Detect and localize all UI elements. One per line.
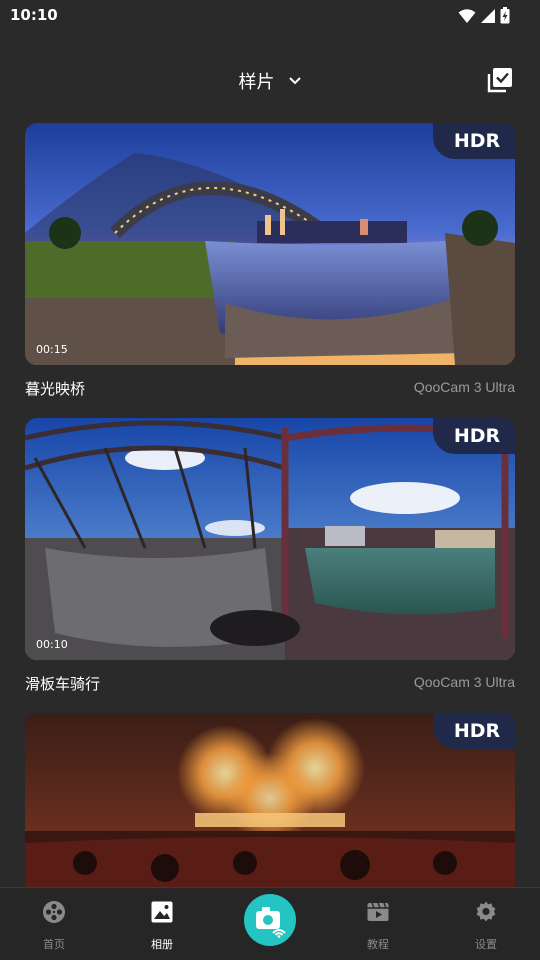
bridge-ride-image bbox=[25, 418, 515, 660]
card-info: 暮光映桥 QooCam 3 Ultra bbox=[25, 365, 515, 411]
chevron-down-icon bbox=[288, 77, 301, 85]
top-bar: 样片 bbox=[0, 56, 540, 104]
card-info: 滑板车骑行 QooCam 3 Ultra bbox=[25, 660, 515, 706]
status-bar: 10:10 bbox=[0, 0, 540, 32]
hdr-badge: HDR bbox=[433, 418, 515, 454]
video-duration: 00:10 bbox=[36, 638, 68, 651]
page-title: 样片 bbox=[238, 72, 275, 93]
sample-device: QooCam 3 Ultra bbox=[413, 379, 515, 395]
nav-tutorial-label: 教程 bbox=[367, 938, 389, 951]
battery-icon bbox=[500, 7, 510, 24]
film-reel-icon bbox=[43, 901, 65, 923]
nav-home[interactable]: 首页 bbox=[14, 888, 94, 960]
sample-thumbnail[interactable]: HDR 00:15 bbox=[25, 123, 515, 365]
multi-select-icon[interactable] bbox=[486, 66, 514, 94]
sample-card[interactable]: HDR 00:15 暮光映桥 QooCam 3 Ultra bbox=[25, 123, 515, 411]
nav-album[interactable]: 相册 bbox=[122, 888, 202, 960]
sample-device: QooCam 3 Ultra bbox=[413, 674, 515, 690]
video-clapper-icon bbox=[367, 902, 389, 921]
sample-thumbnail[interactable]: HDR 00:10 bbox=[25, 418, 515, 660]
nav-home-label: 首页 bbox=[43, 938, 65, 951]
hdr-badge: HDR bbox=[433, 123, 515, 159]
connect-camera-button[interactable] bbox=[244, 894, 296, 946]
nav-settings[interactable]: 设置 bbox=[446, 888, 526, 960]
wifi-icon bbox=[458, 8, 476, 23]
bottom-nav: 首页 相册 教程 设置 bbox=[0, 887, 540, 960]
nav-album-label: 相册 bbox=[151, 938, 173, 951]
gear-icon bbox=[476, 901, 496, 922]
camera-wifi-icon bbox=[256, 907, 286, 938]
status-icons bbox=[458, 7, 510, 24]
gallery-icon bbox=[151, 901, 173, 923]
nav-settings-label: 设置 bbox=[475, 938, 497, 951]
bridge-sunset-image bbox=[25, 123, 515, 365]
sample-card[interactable]: HDR 00:10 滑板车骑行 QooCam 3 Ultra bbox=[25, 418, 515, 706]
hdr-badge: HDR bbox=[433, 713, 515, 749]
nav-tutorial[interactable]: 教程 bbox=[338, 888, 418, 960]
status-time: 10:10 bbox=[10, 6, 58, 24]
sample-title: 滑板车骑行 bbox=[25, 675, 101, 693]
title-dropdown[interactable]: 样片 bbox=[0, 68, 540, 94]
sample-title: 暮光映桥 bbox=[25, 380, 86, 398]
signal-icon bbox=[481, 8, 495, 23]
video-duration: 00:15 bbox=[36, 343, 68, 356]
